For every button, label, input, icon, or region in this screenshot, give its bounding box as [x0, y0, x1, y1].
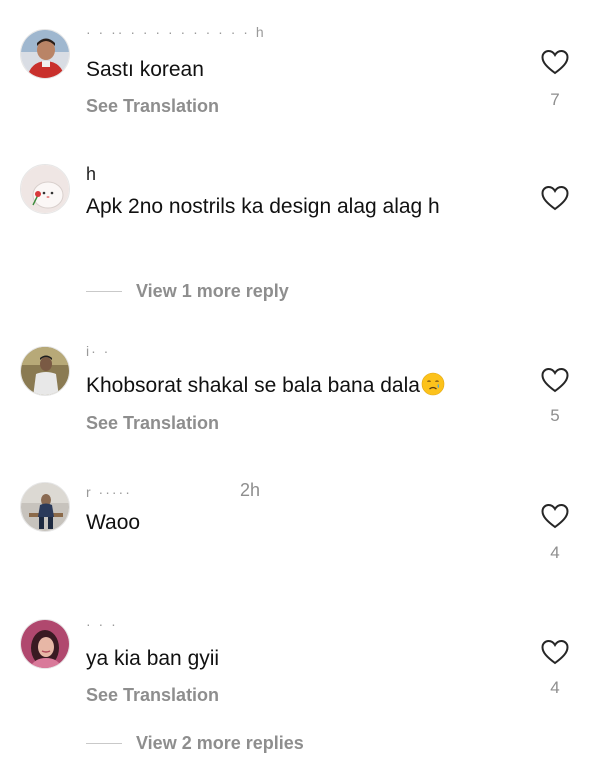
- view-replies-button[interactable]: View 1 more reply: [86, 281, 289, 302]
- see-translation-link[interactable]: See Translation: [86, 413, 219, 434]
- reply-divider: [86, 743, 122, 744]
- heart-icon[interactable]: [540, 184, 570, 212]
- see-translation-link[interactable]: See Translation: [86, 96, 219, 117]
- view-replies-label: View 2 more replies: [136, 733, 304, 753]
- reply-divider: [86, 291, 122, 292]
- comment-text: Apk 2no nostrils ka design alag alag h: [86, 195, 440, 218]
- like-count: 7: [550, 90, 560, 109]
- view-replies-button[interactable]: View 2 more replies: [86, 733, 304, 754]
- profile-photo-man-outdoors: [21, 347, 69, 395]
- avatar[interactable]: [20, 29, 70, 79]
- profile-photo-woman-pink: [21, 620, 69, 668]
- like-count: 5: [550, 406, 560, 425]
- heart-icon[interactable]: [540, 502, 570, 530]
- heart-icon[interactable]: [540, 638, 570, 666]
- profile-photo-man-red-shirt: [21, 30, 69, 78]
- crying-face-icon: [421, 372, 445, 396]
- comment-text-content: Khobsorat shakal se bala bana dala: [86, 374, 420, 397]
- see-translation-link[interactable]: See Translation: [86, 685, 219, 706]
- username[interactable]: · · ·· · · · · · · · · · · h: [86, 24, 266, 40]
- view-replies-label: View 1 more reply: [136, 281, 289, 301]
- comment-text: ya kia ban gyii: [86, 647, 220, 670]
- username[interactable]: h: [86, 164, 98, 185]
- username[interactable]: r ·····: [86, 484, 132, 500]
- heart-icon[interactable]: [540, 366, 570, 394]
- like-count: 4: [550, 543, 560, 562]
- avatar[interactable]: [20, 164, 70, 214]
- heart-icon[interactable]: [540, 48, 570, 76]
- like-count: 4: [550, 678, 560, 697]
- username[interactable]: · · ·: [86, 616, 118, 632]
- avatar[interactable]: [20, 482, 70, 532]
- comment-text: Sastı korean: [86, 58, 204, 81]
- username[interactable]: i· ·: [86, 343, 110, 359]
- profile-photo-man-on-bench: [21, 483, 69, 531]
- comment-text: Waoo: [86, 511, 141, 534]
- profile-photo-blob-with-rose: [21, 165, 69, 213]
- comment-text: Khobsorat shakal se bala bana dala: [86, 372, 445, 398]
- avatar[interactable]: [20, 346, 70, 396]
- avatar[interactable]: [20, 619, 70, 669]
- comment-timestamp: 2h: [240, 480, 261, 500]
